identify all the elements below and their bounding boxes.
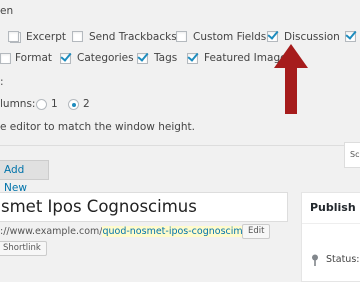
checkbox-excerpt[interactable] — [8, 31, 19, 42]
publish-box-divider — [302, 223, 360, 224]
columns-radio-2[interactable] — [68, 99, 79, 110]
post-title-value: smet Ipos Cognoscimus — [1, 197, 197, 216]
post-title-input[interactable]: smet Ipos Cognoscimus — [0, 192, 288, 222]
screen-options-heading: en — [0, 5, 14, 17]
expand-editor-label: e editor to match the window height. — [0, 121, 196, 133]
checkbox-excerpt-label: Excerpt — [26, 31, 66, 43]
checkbox-tags-label: Tags — [154, 52, 178, 64]
columns-radio-2-label: 2 — [83, 98, 90, 110]
pin-icon — [312, 254, 318, 266]
checkbox-send-trackbacks-label: Send Trackbacks — [89, 31, 177, 43]
edit-permalink-button[interactable]: Edit — [242, 224, 271, 239]
layout-label: : — [0, 76, 4, 88]
publish-status-label: Status: I — [326, 254, 360, 265]
checkbox-format-label: Format — [15, 52, 53, 64]
checkbox-custom-fields-label: Custom Fields — [193, 31, 267, 43]
checkbox-custom-fields[interactable] — [176, 31, 187, 42]
columns-radio-1[interactable] — [36, 99, 47, 110]
checkbox-next-cut-off[interactable] — [345, 28, 357, 42]
publish-box: Publish Status: I — [301, 192, 360, 282]
add-new-button[interactable]: Add New — [0, 160, 49, 194]
screen-options-tab[interactable]: Sc — [344, 142, 360, 168]
checkbox-format[interactable] — [0, 53, 11, 64]
annotation-arrow-icon — [274, 44, 308, 114]
get-shortlink-button[interactable]: Shortlink — [0, 241, 47, 256]
checkbox-tags[interactable] — [137, 50, 149, 64]
checkbox-categories-label: Categories — [77, 52, 134, 64]
permalink-prefix: ://www.example.com/ — [0, 226, 103, 237]
screen-options-tab-label: Sc — [350, 150, 360, 159]
permalink: ://www.example.com/quod-nosmet-ipos-cogn… — [0, 226, 257, 237]
screen-options-divider — [0, 145, 344, 146]
checkbox-discussion[interactable] — [267, 28, 279, 42]
checkbox-send-trackbacks[interactable] — [72, 31, 83, 42]
checkbox-categories[interactable] — [60, 50, 72, 64]
permalink-slug[interactable]: quod-nosmet-ipos-cognoscimus/ — [102, 226, 257, 237]
columns-radio-1-label: 1 — [51, 98, 58, 110]
publish-box-title: Publish — [310, 201, 356, 214]
checkbox-featured-image[interactable] — [187, 50, 199, 64]
checkbox-discussion-label: Discussion — [284, 31, 340, 43]
columns-label: lumns: — [0, 98, 36, 110]
